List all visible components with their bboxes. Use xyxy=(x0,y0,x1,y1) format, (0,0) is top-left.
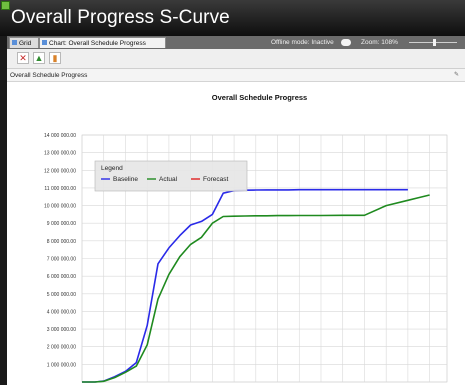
tab-grid[interactable]: Grid xyxy=(9,37,39,48)
y-tick-label: 10 000 000.00 xyxy=(44,204,76,210)
export-icon: ▲ xyxy=(34,53,44,63)
legend-entry-actual: Actual xyxy=(159,176,178,183)
chart-settings-button[interactable]: ▮ xyxy=(49,52,61,64)
legend-entry-forecast: Forecast xyxy=(203,176,228,183)
delete-icon: ✕ xyxy=(19,53,27,63)
delete-button[interactable]: ✕ xyxy=(17,52,29,64)
legend-title: Legend xyxy=(101,165,123,172)
y-tick-label: 13 000 000.00 xyxy=(44,151,76,157)
tab-chart-overall-schedule-progress[interactable]: Chart: Overall Schedule Progress xyxy=(39,37,166,48)
tab-grid-label: Grid xyxy=(19,40,32,47)
line-chart: Overall Schedule Progress 1 000 000.00 2 0… xyxy=(44,93,448,383)
chart-settings-icon: ▮ xyxy=(52,53,58,63)
window-titlebar: Overall Progress S-Curve xyxy=(0,0,465,36)
offline-mode-toggle[interactable] xyxy=(341,39,351,46)
zoom-slider-thumb[interactable] xyxy=(433,39,436,46)
grid-icon xyxy=(12,40,17,45)
y-tick-label: 2 000 000.00 xyxy=(47,345,76,351)
panel-title: Overall Schedule Progress xyxy=(10,72,88,79)
main-panel: ✕ ▲ ▮ Overall Schedule Progress ✎ Overal… xyxy=(7,49,465,385)
y-tick-label: 14 000 000.00 xyxy=(44,133,76,139)
y-tick-label: 1 000 000.00 xyxy=(47,362,76,368)
app-logo-icon xyxy=(1,1,10,10)
chart-toolbar: ✕ ▲ ▮ xyxy=(7,49,465,69)
export-button[interactable]: ▲ xyxy=(33,52,45,64)
y-tick-label: 12 000 000.00 xyxy=(44,168,76,174)
y-tick-label: 9 000 000.00 xyxy=(47,221,76,227)
pin-icon[interactable]: ✎ xyxy=(454,69,459,82)
window-title: Overall Progress S-Curve xyxy=(11,7,230,28)
zoom-label: Zoom: 108% xyxy=(361,39,398,46)
tab-bar: Grid Chart: Overall Schedule Progress Of… xyxy=(7,36,465,49)
offline-mode-label: Offline mode: Inactive xyxy=(271,39,334,46)
tab-chart-label: Chart: Overall Schedule Progress xyxy=(49,40,146,47)
y-tick-label: 4 000 000.00 xyxy=(47,309,76,315)
chart-area: Overall Schedule Progress 1 000 000.00 2 0… xyxy=(7,83,465,385)
y-tick-label: 6 000 000.00 xyxy=(47,274,76,280)
chart-title: Overall Schedule Progress xyxy=(212,93,307,102)
legend-entry-baseline: Baseline xyxy=(113,176,138,183)
chart-icon xyxy=(42,40,47,45)
y-tick-label: 3 000 000.00 xyxy=(47,327,76,333)
panel-header: Overall Schedule Progress ✎ xyxy=(7,69,465,82)
y-tick-label: 5 000 000.00 xyxy=(47,292,76,298)
y-tick-label: 8 000 000.00 xyxy=(47,239,76,245)
y-tick-label: 11 000 000.00 xyxy=(44,186,76,192)
y-tick-label: 7 000 000.00 xyxy=(47,257,76,263)
